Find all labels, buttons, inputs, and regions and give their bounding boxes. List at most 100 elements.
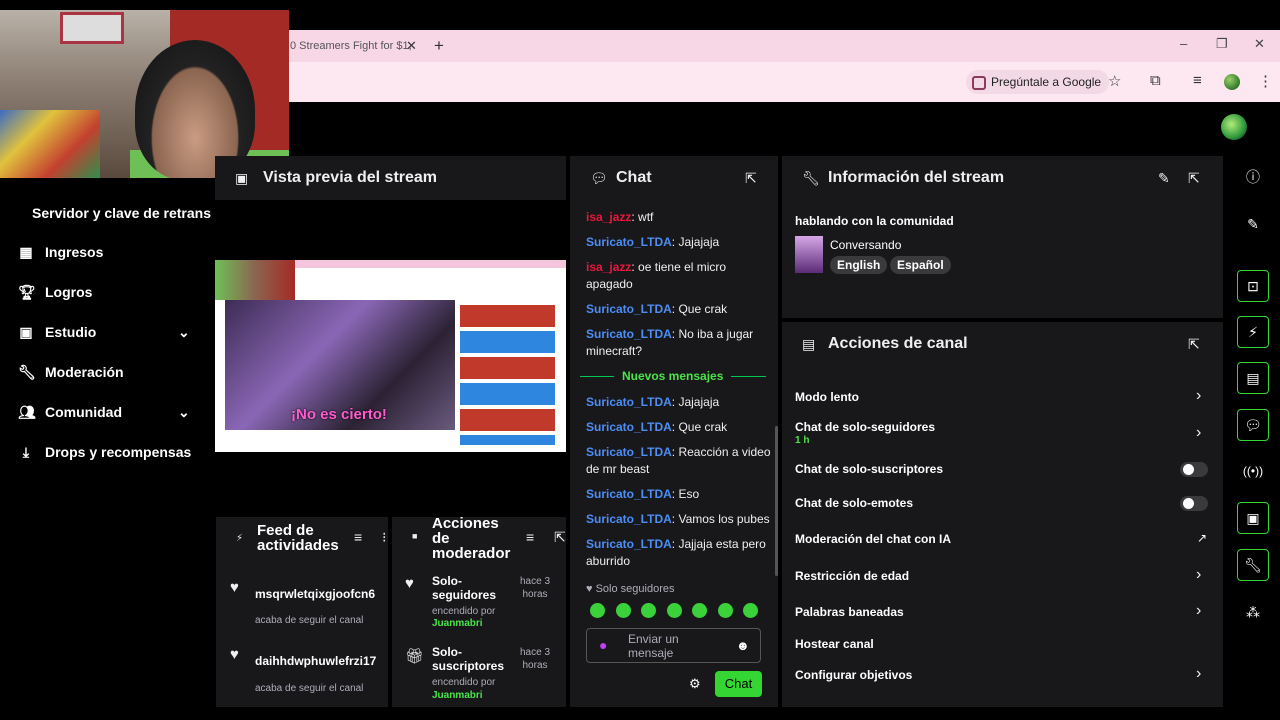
chat-bubble-icon[interactable]: 💬︎ [1237, 409, 1269, 441]
chat-username[interactable]: Suricato_LTDA [586, 395, 672, 409]
action-emotes-only[interactable]: Chat de solo-emotes [795, 496, 913, 510]
lens-icon [972, 75, 986, 90]
maximize-button[interactable]: ❐ [1216, 36, 1228, 52]
action-host-channel[interactable]: Hostear canal [795, 637, 874, 651]
category-box-art[interactable] [795, 236, 823, 273]
action-age-restriction[interactable]: Restricción de edad [795, 569, 909, 583]
menu-icon[interactable]: ⋮ [1258, 72, 1273, 90]
mod-name[interactable]: Juanmabri [432, 618, 483, 629]
emote-icon[interactable] [641, 603, 656, 618]
new-tab-button[interactable]: + [434, 36, 444, 56]
channel-icon[interactable]: ▣ [1237, 502, 1269, 534]
tag-espanol[interactable]: Español [890, 256, 951, 274]
bolt-icon[interactable]: ⚡︎ [1237, 316, 1269, 348]
chat-username[interactable]: Suricato_LTDA [586, 512, 672, 526]
preview-caption: ¡No es cierto! [291, 406, 387, 423]
action-followers-only[interactable]: Chat de solo-seguidores [795, 420, 935, 434]
chat-username[interactable]: Suricato_LTDA [586, 487, 672, 501]
chat-username[interactable]: Suricato_LTDA [586, 537, 672, 551]
filter-icon[interactable]: ≡ [526, 529, 534, 545]
chat-username[interactable]: isa_jazz [586, 260, 631, 274]
heart-icon: ♥ [405, 575, 414, 592]
external-link-icon[interactable]: ↗ [1197, 531, 1207, 545]
browser-tab[interactable]: 0 Streamers Fight for $1, [288, 34, 420, 62]
sidebar-item-ingresos[interactable]: ▦ Ingresos [0, 237, 212, 267]
extensions-icon[interactable]: ⧉ [1150, 72, 1161, 89]
edit-pencil-icon[interactable]: ✎ [1237, 208, 1269, 240]
chat-settings-icon[interactable]: ⚙ [689, 676, 701, 692]
emote-icon[interactable] [692, 603, 707, 618]
chat-send-button[interactable]: Chat [715, 671, 762, 697]
chevron-right-icon[interactable]: › [1196, 602, 1201, 620]
settings-icon[interactable]: ⁝ [382, 529, 386, 546]
chat-username[interactable]: isa_jazz [586, 210, 631, 224]
action-banned-words[interactable]: Palabras baneadas [795, 605, 904, 619]
sidebar-item-estudio[interactable]: ▣ Estudio ⌄ [0, 317, 212, 347]
sidebar-item-comunidad[interactable]: 👥︎ Comunidad ⌄ [0, 397, 212, 427]
ask-google-button[interactable]: Pregúntale a Google [966, 70, 1110, 94]
chevron-right-icon[interactable]: › [1196, 566, 1201, 584]
wrench-icon[interactable]: 🔧︎ [1237, 549, 1269, 581]
sidebar-item-logros[interactable]: 🏆︎ Logros [0, 277, 212, 307]
chevron-right-icon[interactable]: › [1196, 424, 1201, 442]
user-avatar[interactable] [1221, 114, 1247, 140]
profile-avatar[interactable] [1224, 74, 1240, 90]
stream-title-text: hablando con la comunidad [795, 214, 954, 228]
close-tab-icon[interactable]: ✕ [406, 38, 417, 54]
stream-preview[interactable]: ¡No es cierto! [215, 260, 566, 452]
activity-feed-panel: ⚡︎ Feed de actividades ≡ ⁝ ♥ msqrwletqixg… [216, 517, 388, 707]
broadcast-icon[interactable]: ((•)) [1237, 455, 1269, 487]
address-bar[interactable]: Pregúntale a Google ☆ ⧉ ≡ ⋮ [288, 62, 1280, 102]
mod-name[interactable]: Juanmabri [432, 690, 483, 701]
action-subs-only[interactable]: Chat de solo-suscriptores [795, 462, 943, 476]
category-name[interactable]: Conversando [830, 238, 901, 252]
emote-icon[interactable] [743, 603, 758, 618]
sidebar-item-moderacion[interactable]: 🔧︎ Moderación [0, 357, 212, 387]
chat-username[interactable]: Suricato_LTDA [586, 420, 672, 434]
info-icon[interactable]: ⓘ [1237, 161, 1269, 193]
notes-icon[interactable]: ▤ [1237, 362, 1269, 394]
feed-user[interactable]: msqrwletqixgjoofcn6 [255, 587, 375, 601]
feed-user[interactable]: daihhdwphuwlefrzi17 [255, 654, 376, 668]
chevron-right-icon[interactable]: › [1196, 387, 1201, 405]
heart-icon: ♥ [586, 583, 593, 595]
popout-icon[interactable]: ⇱ [1188, 170, 1200, 187]
mod-action-label: Solo-suscriptores [432, 645, 505, 673]
subs-only-toggle[interactable] [1180, 462, 1208, 477]
chat-scrollbar[interactable] [775, 426, 778, 576]
chat-username[interactable]: Suricato_LTDA [586, 302, 672, 316]
chat-username[interactable]: Suricato_LTDA [586, 445, 672, 459]
emotes-only-toggle[interactable] [1180, 496, 1208, 511]
gift-icon: 🎁︎ [405, 648, 425, 665]
bookmark-star-icon[interactable]: ☆ [1108, 72, 1121, 90]
chevron-right-icon[interactable]: › [1196, 665, 1201, 683]
chat-message: Suricato_LTDA: Jajajaja [586, 235, 720, 249]
wrench-icon: 🔧︎ [802, 170, 820, 186]
emoji-icon[interactable]: ☻ [736, 638, 750, 653]
emote-icon[interactable] [718, 603, 733, 618]
chat-username[interactable]: Suricato_LTDA [586, 327, 672, 341]
popout-icon[interactable]: ⇱ [1188, 336, 1200, 353]
filter-icon[interactable]: ≡ [354, 529, 362, 545]
minimize-button[interactable]: – [1180, 36, 1187, 51]
emote-icon[interactable] [667, 603, 682, 618]
action-goals[interactable]: Configurar objetivos [795, 668, 912, 682]
action-slow-mode[interactable]: Modo lento [795, 390, 859, 404]
tag-english[interactable]: English [830, 256, 888, 274]
screenshot-icon[interactable]: ⊡ [1237, 270, 1269, 302]
emote-icon[interactable] [616, 603, 631, 618]
stream-key-link[interactable]: Servidor y clave de retransm [32, 205, 212, 221]
popout-icon[interactable]: ⇱ [554, 529, 566, 546]
media-icon[interactable]: ≡ [1193, 72, 1202, 89]
add-widget-icon[interactable]: ⁂ [1237, 596, 1269, 628]
microphone-icon[interactable]: ● [599, 637, 607, 653]
close-window-button[interactable]: ✕ [1254, 36, 1265, 52]
mod-action-by: encendido por [432, 606, 496, 617]
chat-input[interactable]: ● Enviar un mensaje ☻ [586, 628, 761, 663]
popout-icon[interactable]: ⇱ [745, 170, 757, 187]
edit-pencil-icon[interactable]: ✎ [1158, 170, 1170, 187]
action-ai-moderation[interactable]: Moderación del chat con IA [795, 532, 951, 546]
emote-icon[interactable] [590, 603, 605, 618]
sidebar-item-drops[interactable]: ⤓ Drops y recompensas [0, 437, 212, 467]
chat-username[interactable]: Suricato_LTDA [586, 235, 672, 249]
